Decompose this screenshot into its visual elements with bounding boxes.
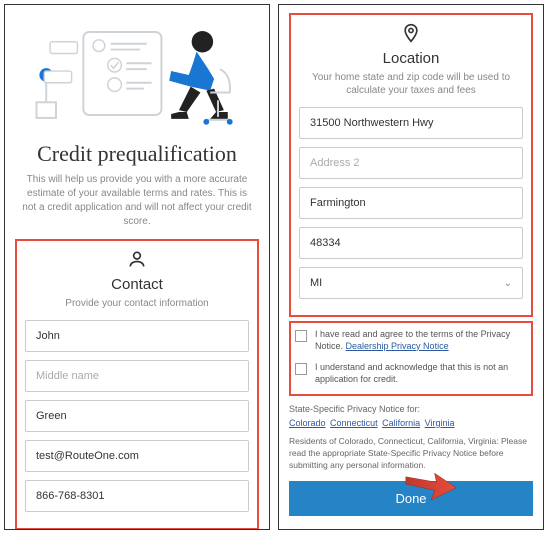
callout-arrow-icon	[403, 466, 459, 507]
contact-title: Contact	[25, 276, 249, 293]
location-subtitle: Your home state and zip code will be use…	[299, 71, 523, 97]
state-link-california[interactable]: California	[382, 418, 420, 428]
state-link-connecticut[interactable]: Connecticut	[330, 418, 378, 428]
state-links: Colorado Connecticut California Virginia	[289, 418, 533, 428]
last-name-field[interactable]: Green	[25, 400, 249, 432]
chevron-down-icon: ⌄	[504, 278, 512, 289]
consent-section-highlight: I have read and agree to the terms of th…	[289, 321, 533, 396]
page-heading: Credit prequalification	[15, 141, 259, 167]
city-field[interactable]: Farmington	[299, 187, 523, 219]
first-name-field[interactable]: John	[25, 320, 249, 352]
right-panel: Location Your home state and zip code wi…	[278, 4, 544, 530]
dealership-privacy-link[interactable]: Dealership Privacy Notice	[346, 341, 449, 351]
state-link-virginia[interactable]: Virginia	[425, 418, 455, 428]
state-link-colorado[interactable]: Colorado	[289, 418, 326, 428]
contact-section-highlight: Contact Provide your contact information…	[15, 239, 259, 530]
state-value: MI	[310, 277, 322, 289]
middle-name-field[interactable]: Middle name	[25, 360, 249, 392]
privacy-consent-row: I have read and agree to the terms of th…	[295, 329, 527, 352]
phone-field[interactable]: 866-768-8301	[25, 480, 249, 512]
email-field[interactable]: test@RouteOne.com	[25, 440, 249, 472]
address1-field[interactable]: 31500 Northwestern Hwy	[299, 107, 523, 139]
credit-checkbox[interactable]	[295, 363, 307, 375]
contact-subtitle: Provide your contact information	[25, 297, 249, 310]
zip-field[interactable]: 48334	[299, 227, 523, 259]
location-title: Location	[299, 50, 523, 67]
privacy-consent-text: I have read and agree to the terms of th…	[315, 329, 527, 352]
location-pin-icon	[299, 23, 523, 48]
credit-consent-row: I understand and acknowledge that this i…	[295, 362, 527, 385]
credit-consent-text: I understand and acknowledge that this i…	[315, 362, 527, 385]
state-notice-label: State-Specific Privacy Notice for:	[289, 404, 533, 414]
address2-field[interactable]: Address 2	[299, 147, 523, 179]
location-section-highlight: Location Your home state and zip code wi…	[289, 13, 533, 317]
state-select[interactable]: MI ⌄	[299, 267, 523, 299]
person-icon	[25, 249, 249, 274]
page-subtext: This will help us provide you with a mor…	[15, 173, 259, 229]
privacy-checkbox[interactable]	[295, 330, 307, 342]
left-panel: Credit prequalification This will help u…	[4, 4, 270, 530]
hero-illustration	[15, 13, 259, 133]
